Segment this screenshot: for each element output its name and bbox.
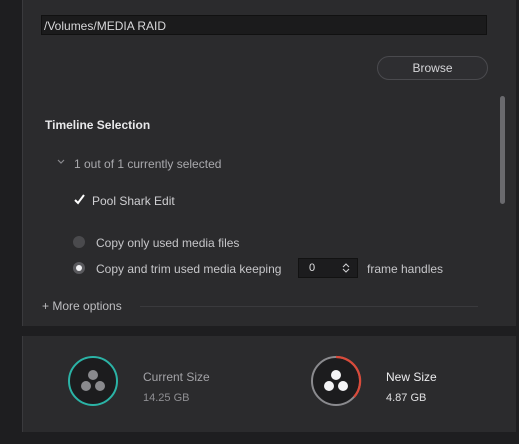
scrollbar[interactable] (500, 96, 505, 204)
radio-copy-used-media-label: Copy only used media files (96, 236, 240, 250)
radio-copy-trim-media[interactable] (73, 262, 85, 274)
stepper-arrows-icon[interactable] (341, 262, 351, 274)
more-options-toggle[interactable]: + More options (42, 299, 122, 313)
frame-handles-label: frame handles (367, 262, 444, 276)
radio-copy-used-media[interactable] (73, 236, 85, 248)
radio-copy-trim-media-label: Copy and trim used media keeping (96, 262, 282, 276)
new-size-label: New Size (386, 370, 437, 384)
new-size-value: 4.87 GB (386, 392, 427, 404)
chevron-down-icon[interactable] (56, 157, 66, 167)
current-size-label: Current Size (143, 370, 210, 384)
current-size-resolve-icon (68, 356, 118, 406)
timeline-name-label: Pool Shark Edit (92, 194, 175, 208)
browse-button[interactable]: Browse (377, 56, 488, 80)
new-size-resolve-icon (311, 355, 362, 406)
current-size-value: 14.25 GB (143, 392, 190, 404)
more-options-divider (140, 306, 478, 307)
frame-handles-value: 0 (309, 262, 316, 274)
selected-count-text: 1 out of 1 currently selected (74, 157, 222, 171)
frame-handles-stepper[interactable]: 0 (298, 258, 358, 278)
checkbox-pool-shark-edit[interactable] (73, 193, 86, 206)
destination-path-field[interactable]: /Volumes/MEDIA RAID (41, 15, 487, 35)
timeline-selection-title: Timeline Selection (45, 118, 151, 132)
